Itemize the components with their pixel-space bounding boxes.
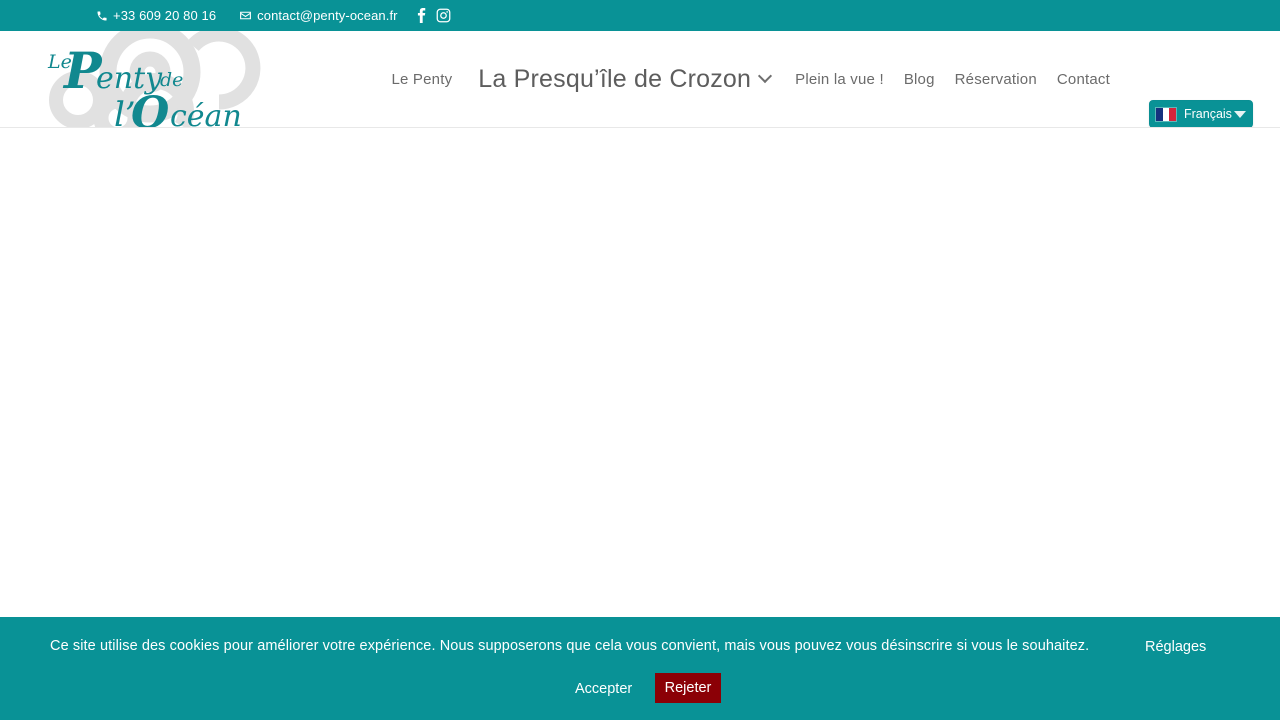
nav-reservation[interactable]: Réservation bbox=[945, 71, 1047, 88]
site-logo[interactable]: Le P enty de l’ O céan bbox=[18, 31, 278, 128]
svg-text:céan: céan bbox=[170, 99, 242, 128]
nav-le-penty[interactable]: Le Penty bbox=[381, 71, 462, 88]
phone-icon bbox=[96, 10, 108, 22]
language-switcher[interactable]: Français bbox=[1149, 100, 1253, 127]
nav-blog[interactable]: Blog bbox=[894, 71, 945, 88]
page-content-area bbox=[0, 128, 1280, 617]
nav-presquile-crozon-label: La Presqu’île de Crozon bbox=[478, 65, 752, 93]
cookie-accept-button[interactable]: Accepter bbox=[575, 681, 632, 697]
chevron-down-icon bbox=[1234, 110, 1246, 118]
cookie-message: Ce site utilise des cookies pour amélior… bbox=[50, 638, 1090, 654]
chevron-down-icon bbox=[760, 71, 771, 82]
envelope-icon bbox=[239, 9, 252, 22]
main-navigation: Le Penty La Presqu’île de Crozon Plein l… bbox=[381, 31, 1120, 127]
email-address: contact@penty-ocean.fr bbox=[257, 8, 398, 23]
svg-text:O: O bbox=[131, 88, 169, 128]
cookie-consent-banner: Ce site utilise des cookies pour amélior… bbox=[0, 617, 1280, 720]
email-link[interactable]: contact@penty-ocean.fr bbox=[239, 8, 397, 23]
phone-link[interactable]: +33 609 20 80 16 bbox=[96, 8, 216, 23]
top-contact-bar: +33 609 20 80 16 contact@penty-ocean.fr bbox=[0, 0, 1280, 31]
instagram-icon[interactable] bbox=[433, 5, 455, 27]
site-header: Le P enty de l’ O céan Le Penty La Presq… bbox=[0, 31, 1280, 128]
facebook-icon[interactable] bbox=[411, 5, 433, 27]
nav-plein-la-vue[interactable]: Plein la vue ! bbox=[785, 71, 894, 88]
cookie-settings-link[interactable]: Réglages bbox=[1145, 639, 1206, 655]
flag-france-icon bbox=[1155, 106, 1177, 122]
nav-contact[interactable]: Contact bbox=[1047, 71, 1120, 88]
phone-number: +33 609 20 80 16 bbox=[113, 8, 217, 23]
cookie-reject-button[interactable]: Rejeter bbox=[655, 673, 721, 703]
nav-presquile-crozon[interactable]: La Presqu’île de Crozon bbox=[462, 65, 785, 94]
top-bar-inner: +33 609 20 80 16 contact@penty-ocean.fr bbox=[0, 5, 1280, 27]
language-switcher-label: Français bbox=[1184, 107, 1232, 121]
